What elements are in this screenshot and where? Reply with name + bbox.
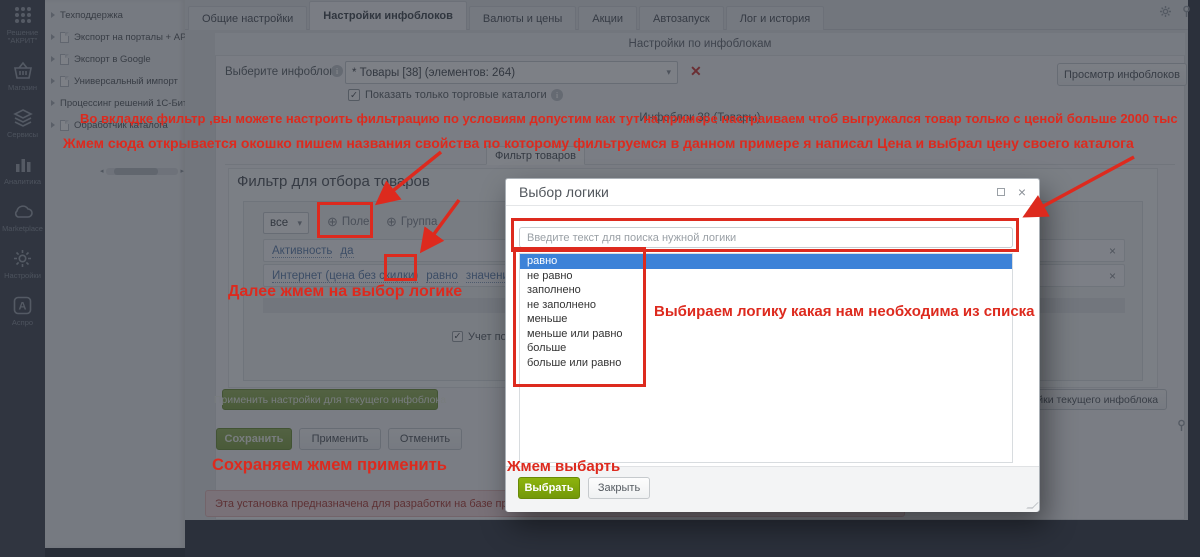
- resize-handle-icon[interactable]: [1026, 502, 1039, 509]
- button-label: Закрыть: [597, 482, 641, 494]
- close-button[interactable]: Закрыть: [588, 477, 650, 499]
- dialog-header: Выбор логики ×: [506, 179, 1039, 206]
- choose-button[interactable]: Выбрать: [518, 477, 580, 499]
- button-label: Выбрать: [524, 482, 574, 494]
- annotation-box-ravno: [384, 254, 417, 281]
- annotation-line2: Жмем сюда открывается окошко пишем назва…: [63, 135, 1134, 151]
- annotation-pick-logic: Выбираем логику какая нам необходима из …: [654, 303, 1035, 320]
- annotation-choose-logic: Далее жмем на выбор логике: [228, 283, 463, 300]
- annotation-press-choose: Жмем выбарть: [507, 458, 621, 475]
- dialog-title: Выбор логики: [519, 184, 609, 200]
- maximize-icon[interactable]: [996, 188, 1005, 196]
- annotation-box-options: [513, 247, 646, 387]
- annotation-box-add-field: [317, 202, 373, 238]
- close-icon[interactable]: ×: [1018, 185, 1026, 199]
- annotation-save-note: Сохраняем жмем применить: [212, 456, 447, 474]
- annotation-line1: Во вкладке фильтр ,вы можете настроить ф…: [80, 111, 1178, 126]
